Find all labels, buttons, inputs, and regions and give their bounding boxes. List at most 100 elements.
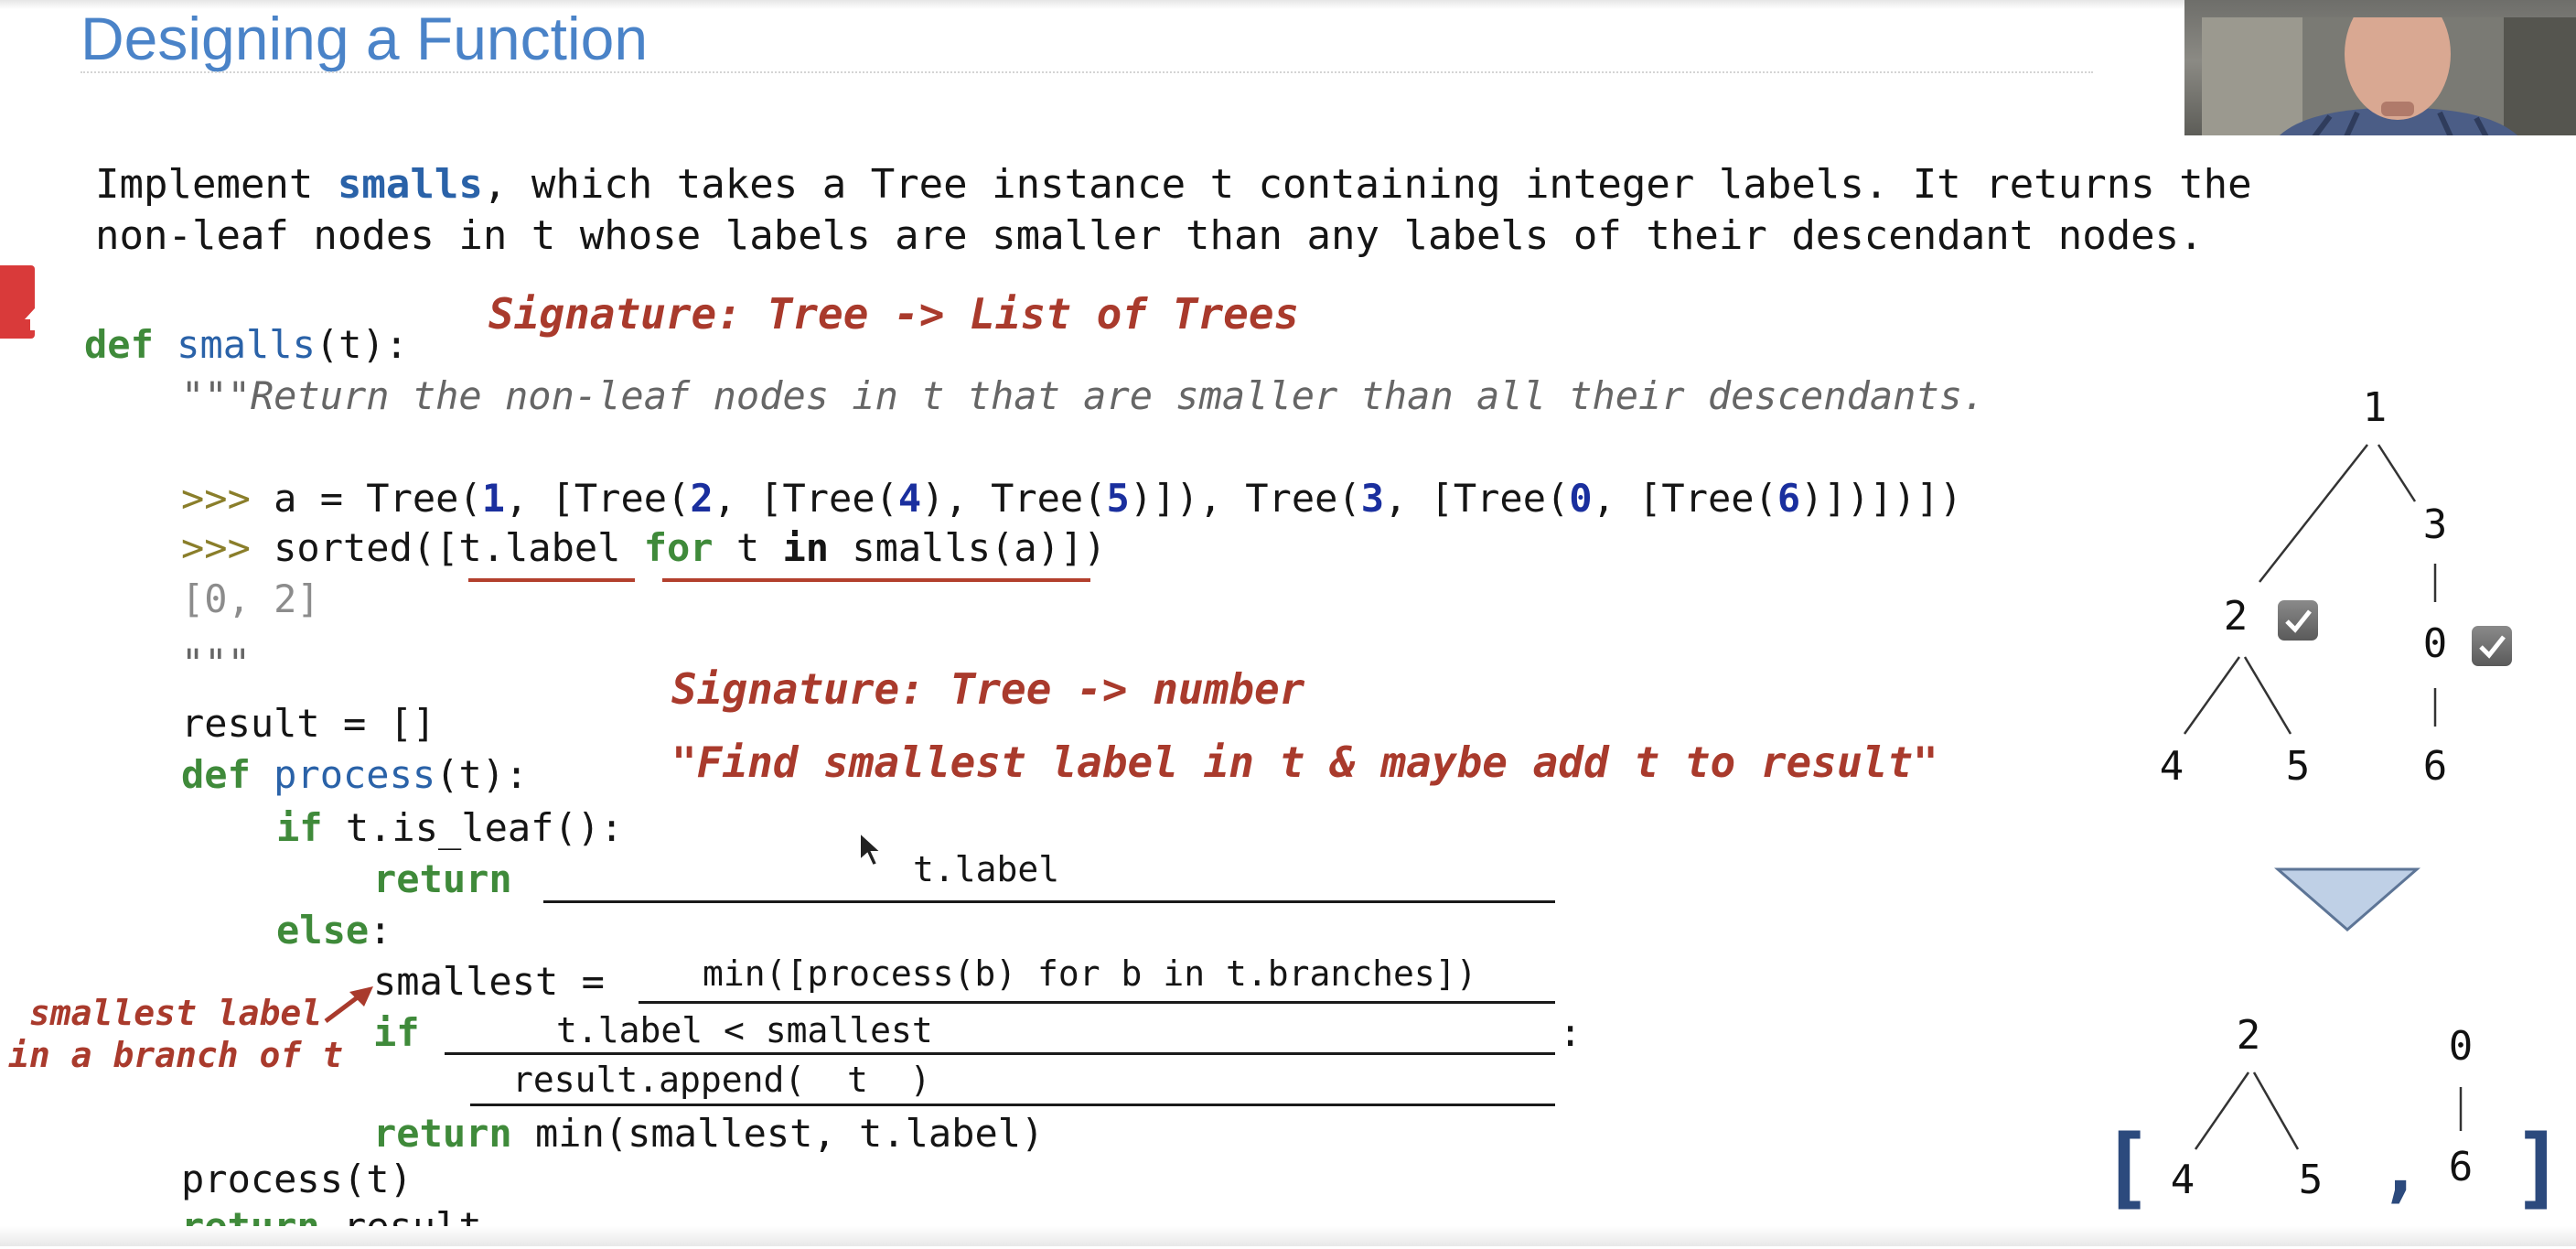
doctest-text: , [Tree( bbox=[713, 476, 898, 521]
doctest-text: )])])]) bbox=[1800, 476, 1963, 521]
smallest-note: smallest label in a branch of t bbox=[0, 992, 351, 1076]
smalls-def-line: def smalls(t): bbox=[84, 322, 408, 367]
blank-smallest-value[interactable] bbox=[639, 1001, 1555, 1004]
if-smallest-line: if bbox=[373, 1010, 420, 1055]
bottom-bar bbox=[0, 1226, 2576, 1246]
blank-leaf-return-answer: t.label bbox=[913, 849, 1060, 889]
smallest-note-line1: smallest label bbox=[28, 993, 323, 1033]
number-literal: 6 bbox=[1776, 476, 1801, 521]
number-literal: 1 bbox=[481, 476, 506, 521]
side-tab-button[interactable] bbox=[0, 265, 46, 339]
doctest-text: , [Tree( bbox=[1592, 476, 1777, 521]
problem-statement: Implement smalls, which takes a Tree ins… bbox=[95, 159, 2252, 262]
blank-if-condition[interactable] bbox=[445, 1052, 1555, 1055]
docstring-close: """ bbox=[181, 641, 251, 685]
else-keyword: else bbox=[276, 908, 370, 953]
process-params: (t): bbox=[435, 752, 529, 797]
doctest-prompt: >>> bbox=[181, 476, 251, 521]
process-call-line: process(t) bbox=[181, 1157, 413, 1201]
blank-append-stmt[interactable] bbox=[470, 1104, 1555, 1106]
doctest-text: smalls(a)]) bbox=[829, 525, 1107, 570]
number-literal: 4 bbox=[897, 476, 922, 521]
down-triangle-icon bbox=[2274, 867, 2420, 931]
smallest-assign-line: smallest = bbox=[373, 959, 628, 1004]
smalls-params: (t): bbox=[315, 322, 409, 367]
underline-label bbox=[468, 578, 635, 582]
prompt-line1-pre: Implement bbox=[95, 161, 338, 208]
output-open-bracket: [ bbox=[2100, 1116, 2153, 1219]
input-tree-edges bbox=[2183, 444, 2437, 735]
return-keyword: return bbox=[373, 856, 512, 901]
number-literal: 2 bbox=[690, 476, 714, 521]
return-min-line: return min(smallest, t.label) bbox=[373, 1111, 1044, 1156]
blank-append-stmt-answer: result.append( t ) bbox=[512, 1060, 931, 1100]
prompt-line1-post: , which takes a Tree instance t containi… bbox=[482, 161, 2252, 208]
for-keyword: for bbox=[643, 525, 714, 570]
process-signature: Signature: Tree -> number bbox=[671, 664, 1305, 714]
process-description: "Find smallest label in t & maybe add t … bbox=[671, 738, 1938, 787]
prompt-function-name: smalls bbox=[337, 161, 483, 208]
arrow-icon bbox=[324, 986, 373, 1023]
doctest-line-1: >>> a = Tree(1, [Tree(2, [Tree(4), Tree(… bbox=[181, 476, 1962, 521]
result-init-line: result = [] bbox=[181, 701, 436, 746]
output-tree1-right: 5 bbox=[2298, 1157, 2324, 1203]
tree-node-3: 3 bbox=[2422, 501, 2448, 548]
presenter-video[interactable] bbox=[2184, 0, 2576, 135]
tree-node-root: 1 bbox=[2362, 384, 2388, 431]
prompt-line2: non-leaf nodes in t whose labels are sma… bbox=[95, 212, 2204, 259]
output-tree2-child: 6 bbox=[2448, 1144, 2474, 1190]
presenter-icon bbox=[2202, 0, 2576, 135]
else-colon: : bbox=[369, 908, 392, 953]
doctest-text: ), Tree( bbox=[921, 476, 1107, 521]
return-keyword: return bbox=[373, 1111, 512, 1156]
tree-node-0: 0 bbox=[2422, 620, 2448, 667]
doctest-text: , [Tree( bbox=[505, 476, 691, 521]
output-tree1-left: 4 bbox=[2170, 1157, 2195, 1203]
tree-node-6: 6 bbox=[2422, 743, 2448, 790]
tree-node-4: 4 bbox=[2159, 743, 2184, 790]
upload-icon bbox=[25, 308, 46, 330]
doctest-text: , [Tree( bbox=[1383, 476, 1570, 521]
process-function-name: process bbox=[274, 752, 436, 797]
underline-for-clause bbox=[662, 578, 1090, 582]
doctest-text: )]), Tree( bbox=[1129, 476, 1361, 521]
smalls-signature: Signature: Tree -> List of Trees bbox=[488, 289, 1300, 339]
doctest-output: [0, 2] bbox=[181, 576, 320, 621]
doctest-line-2: >>> sorted([t.label for t in smalls(a)]) bbox=[181, 525, 1106, 570]
number-literal: 0 bbox=[1569, 476, 1593, 521]
return-min-expr: min(smallest, t.label) bbox=[511, 1111, 1045, 1156]
smallest-note-line2: in a branch of t bbox=[7, 1035, 344, 1075]
checkbox-checked-icon bbox=[2472, 626, 2512, 666]
blank-leaf-return[interactable] bbox=[543, 900, 1555, 903]
tree-node-5: 5 bbox=[2285, 743, 2311, 790]
smalls-function-name: smalls bbox=[177, 322, 316, 367]
if-colon: : bbox=[1559, 1010, 1583, 1055]
blank-if-condition-answer: t.label < smallest bbox=[556, 1010, 933, 1050]
def-keyword: def bbox=[181, 752, 251, 797]
if-leaf-line: if t.is_leaf(): bbox=[276, 805, 623, 850]
checkbox-checked-icon bbox=[2278, 600, 2318, 641]
doctest-text: sorted([t.label bbox=[250, 525, 644, 570]
else-line: else: bbox=[276, 908, 392, 953]
docstring-line: """Return the non-leaf nodes in t that a… bbox=[181, 373, 1986, 418]
if-keyword: if bbox=[373, 1010, 420, 1055]
title-divider bbox=[80, 71, 2093, 73]
process-def-line: def process(t): bbox=[181, 752, 528, 797]
number-literal: 5 bbox=[1106, 476, 1130, 521]
doctest-text: a = Tree( bbox=[250, 476, 482, 521]
blank-smallest-value-answer: min([process(b) for b in t.branches]) bbox=[703, 953, 1477, 994]
in-keyword: in bbox=[782, 525, 830, 570]
doctest-prompt: >>> bbox=[181, 525, 251, 570]
output-close-bracket: ] bbox=[2512, 1116, 2565, 1219]
if-keyword: if bbox=[276, 805, 323, 850]
slide-title: Designing a Function bbox=[80, 5, 649, 72]
if-leaf-condition: t.is_leaf(): bbox=[322, 805, 624, 850]
doctest-text: t bbox=[713, 525, 783, 570]
return-leaf-line: return bbox=[373, 856, 512, 901]
def-keyword: def bbox=[84, 322, 154, 367]
mouse-cursor-icon bbox=[859, 831, 884, 867]
output-tree1-root: 2 bbox=[2236, 1012, 2261, 1059]
output-tree2-root: 0 bbox=[2448, 1023, 2474, 1070]
tree-node-2: 2 bbox=[2223, 593, 2249, 640]
number-literal: 3 bbox=[1360, 476, 1384, 521]
